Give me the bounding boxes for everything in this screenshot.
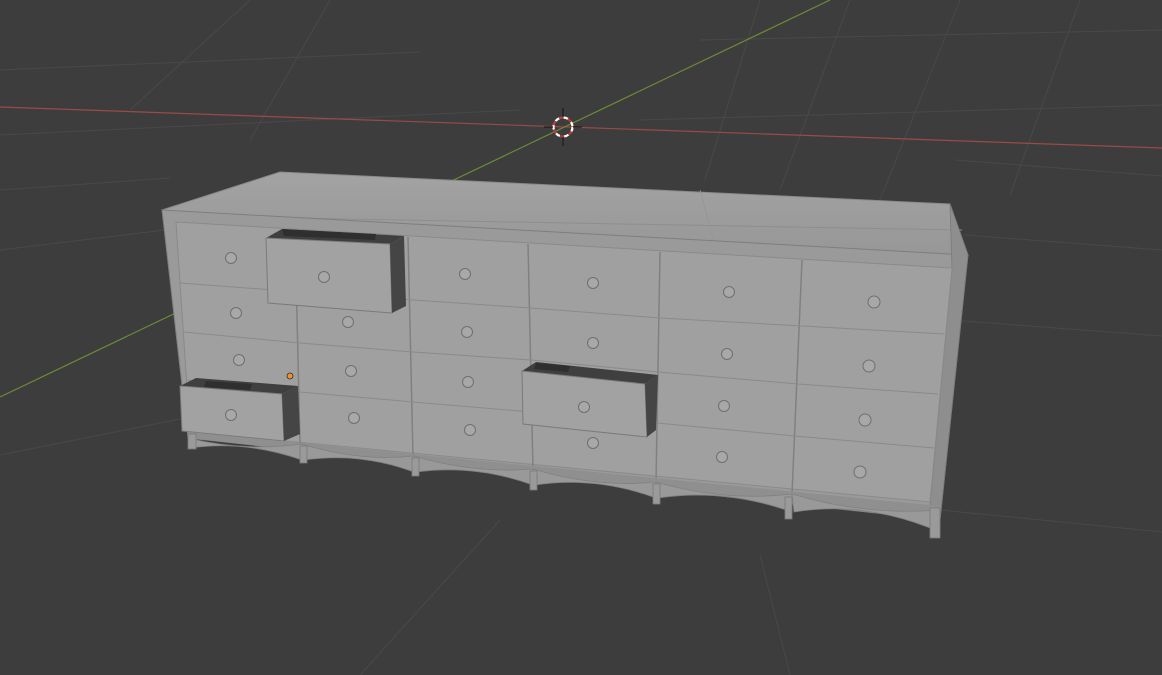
viewport-canvas[interactable] bbox=[0, 0, 1162, 675]
open-drawer[interactable] bbox=[521, 362, 658, 438]
3d-viewport[interactable] bbox=[0, 0, 1162, 675]
open-drawer[interactable] bbox=[265, 229, 406, 314]
object-origin-dot bbox=[286, 372, 294, 380]
drawer-cabinet[interactable] bbox=[161, 171, 969, 539]
open-drawer[interactable] bbox=[179, 378, 300, 442]
